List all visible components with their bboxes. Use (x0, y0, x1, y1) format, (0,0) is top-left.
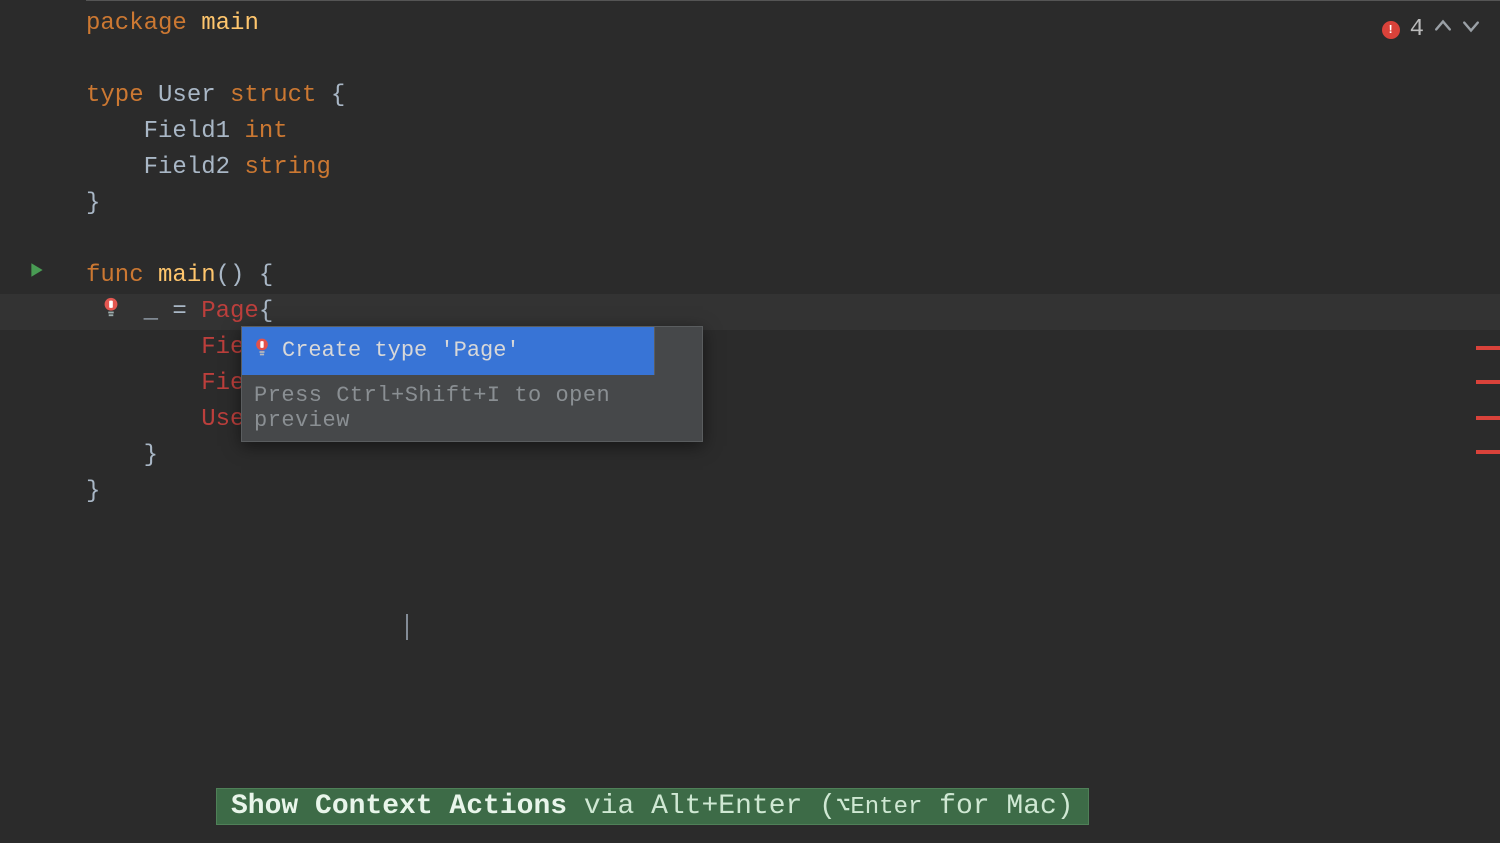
code-line: } (86, 438, 1500, 474)
paren: () { (216, 262, 274, 289)
code-line: Field1 int (86, 114, 1500, 150)
inspection-widget[interactable]: ! 4 (1382, 16, 1480, 43)
intention-bulb-icon (252, 328, 272, 376)
code-line (86, 42, 1500, 78)
field-name: Field2 (144, 154, 245, 181)
error-stripe[interactable] (1476, 380, 1500, 384)
code-line: func main() { (86, 258, 1500, 294)
brace: } (144, 442, 158, 469)
error-stripe[interactable] (1476, 346, 1500, 350)
func-name: main (144, 262, 216, 289)
intention-submenu-button[interactable] (654, 327, 702, 375)
gutter (0, 0, 86, 843)
field-name: Field1 (144, 118, 245, 145)
brace: { (259, 298, 273, 325)
field-type: int (244, 118, 287, 145)
intention-item-label: Create type 'Page' (282, 327, 520, 375)
text-caret (406, 614, 408, 640)
run-gutter-icon[interactable] (28, 260, 46, 287)
tip-text: via Alt+Enter ( (567, 791, 836, 822)
code-line (86, 222, 1500, 258)
keyword: package (86, 10, 187, 37)
code-line: package main (86, 6, 1500, 42)
field-type: string (244, 154, 330, 181)
intention-hint: Press Ctrl+Shift+I to open preview (242, 375, 702, 441)
brace: } (86, 478, 100, 505)
type-name: User (144, 82, 230, 109)
keyword: func (86, 262, 144, 289)
error-stripe[interactable] (1476, 416, 1500, 420)
tip-banner: Show Context Actions via Alt+Enter (⌥Ent… (216, 788, 1089, 825)
package-name: main (187, 10, 259, 37)
error-stripe[interactable] (1476, 450, 1500, 454)
code-line: Field2 string (86, 150, 1500, 186)
code-line: } (86, 186, 1500, 222)
tip-action-name: Show Context Actions (231, 791, 567, 822)
code-line-current: _ = Page{ (0, 294, 1500, 330)
unresolved-field: Fie (201, 334, 244, 361)
unresolved-type: Page (201, 298, 259, 325)
keyword: type (86, 82, 144, 109)
tip-mac-shortcut: ⌥Enter (836, 791, 922, 821)
intention-popup: Create type 'Page' Press Ctrl+Shift+I to… (241, 326, 703, 442)
prev-error-button[interactable] (1434, 16, 1452, 43)
brace: { (316, 82, 345, 109)
error-indicator-icon: ! (1382, 21, 1400, 39)
error-count: 4 (1410, 16, 1424, 43)
brace: } (86, 190, 100, 217)
code-line: } (86, 474, 1500, 510)
next-error-button[interactable] (1462, 16, 1480, 43)
intention-item-create-type[interactable]: Create type 'Page' (242, 327, 654, 375)
keyword: struct (230, 82, 316, 109)
tip-text: for Mac) (922, 791, 1073, 822)
blank-ident: _ = (144, 298, 202, 325)
code-line: type User struct { (86, 78, 1500, 114)
unresolved-field: Fie (201, 370, 244, 397)
